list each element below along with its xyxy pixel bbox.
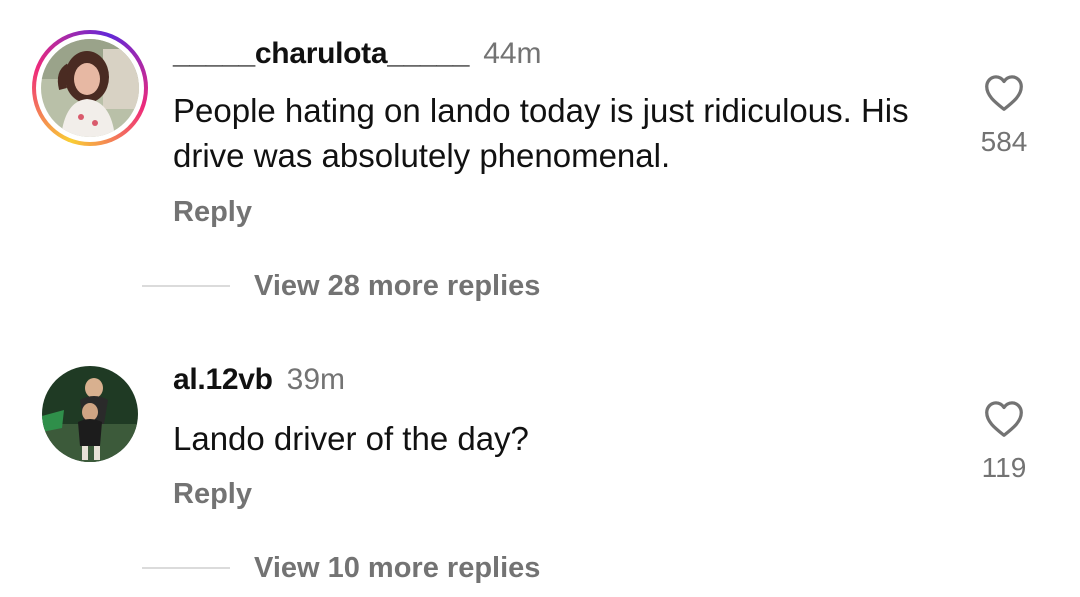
- view-replies-label: View 10 more replies: [254, 551, 541, 584]
- like-count: 584: [980, 126, 1028, 157]
- reply-button[interactable]: Reply: [173, 196, 252, 229]
- comment-meta: _____charulota_____ 44m: [173, 36, 542, 72]
- timestamp: 44m: [483, 37, 542, 70]
- avatar[interactable]: [41, 39, 139, 137]
- view-replies-button[interactable]: View 10 more replies: [142, 550, 540, 586]
- comment-text: Lando driver of the day?: [173, 420, 529, 457]
- comments-list: _____charulota_____ 44m People hating on …: [0, 0, 1080, 597]
- view-replies-label: View 28 more replies: [254, 269, 541, 302]
- heart-outline-icon[interactable]: [982, 398, 1026, 438]
- story-ring[interactable]: [32, 30, 148, 146]
- avatar[interactable]: [42, 366, 138, 462]
- replies-divider: [142, 285, 230, 287]
- comment-meta: al.12vb 39m: [173, 362, 345, 398]
- comment-item: _____charulota_____ 44m People hating on …: [0, 0, 1080, 320]
- view-replies-button[interactable]: View 28 more replies: [142, 268, 540, 304]
- timestamp: 39m: [286, 363, 345, 396]
- username[interactable]: _____charulota_____: [173, 37, 469, 70]
- like-control: 119: [974, 398, 1034, 484]
- heart-outline-icon[interactable]: [982, 72, 1026, 112]
- reply-button[interactable]: Reply: [173, 478, 252, 511]
- like-count: 119: [981, 452, 1027, 483]
- username[interactable]: al.12vb: [173, 363, 273, 396]
- comment-text: People hating on lando today is just rid…: [173, 92, 909, 174]
- replies-divider: [142, 567, 230, 569]
- comment-item: al.12vb 39m Lando driver of the day? Repl…: [0, 320, 1080, 597]
- like-control: 584: [974, 72, 1034, 158]
